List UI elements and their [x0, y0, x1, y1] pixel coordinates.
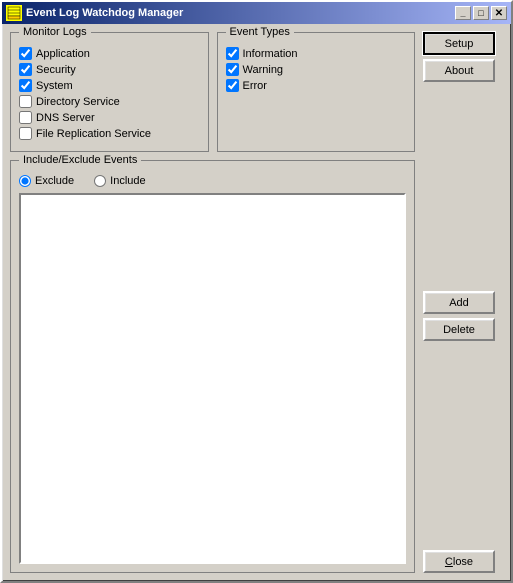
- checkbox-directory-service: Directory Service: [19, 95, 200, 108]
- checkbox-dns-server-input[interactable]: [19, 111, 32, 124]
- checkbox-warning: Warning: [226, 63, 407, 76]
- close-underline: C: [445, 556, 453, 568]
- maximize-button[interactable]: □: [473, 6, 489, 20]
- checkbox-dns-server: DNS Server: [19, 111, 200, 124]
- checkbox-error: Error: [226, 79, 407, 92]
- include-exclude-title: Include/Exclude Events: [19, 154, 141, 166]
- checkbox-application-label: Application: [36, 48, 90, 60]
- checkbox-system-label: System: [36, 80, 73, 92]
- title-bar-buttons: _ □ ✕: [455, 6, 507, 20]
- checkbox-file-replication-input[interactable]: [19, 127, 32, 140]
- checkbox-information-label: Information: [243, 48, 298, 60]
- checkbox-system-input[interactable]: [19, 79, 32, 92]
- checkbox-security-label: Security: [36, 64, 76, 76]
- checkbox-security: Security: [19, 63, 200, 76]
- checkbox-file-replication-label: File Replication Service: [36, 128, 151, 140]
- add-button[interactable]: Add: [423, 291, 495, 314]
- checkbox-application: Application: [19, 47, 200, 60]
- about-button[interactable]: About: [423, 59, 495, 82]
- minimize-button[interactable]: _: [455, 6, 471, 20]
- checkbox-dns-server-label: DNS Server: [36, 112, 95, 124]
- radio-row: Exclude Include: [19, 175, 406, 187]
- checkbox-information-input[interactable]: [226, 47, 239, 60]
- window-content: Monitor Logs Application Security System: [2, 24, 511, 581]
- window-icon: [6, 5, 22, 21]
- left-panel: Monitor Logs Application Security System: [10, 32, 415, 573]
- radio-exclude-item: Exclude: [19, 175, 74, 187]
- close-label-text: lose: [453, 556, 473, 568]
- include-exclude-group: Include/Exclude Events Exclude Include: [10, 160, 415, 573]
- main-window: Event Log Watchdog Manager _ □ ✕ Monitor…: [0, 0, 513, 583]
- radio-include-input[interactable]: [94, 175, 106, 187]
- checkbox-directory-service-input[interactable]: [19, 95, 32, 108]
- checkbox-system: System: [19, 79, 200, 92]
- radio-include-item: Include: [94, 175, 145, 187]
- radio-include-label: Include: [110, 175, 145, 187]
- checkbox-directory-service-label: Directory Service: [36, 96, 120, 108]
- checkbox-warning-input[interactable]: [226, 63, 239, 76]
- checkbox-file-replication: File Replication Service: [19, 127, 200, 140]
- checkbox-error-label: Error: [243, 80, 267, 92]
- top-groups: Monitor Logs Application Security System: [10, 32, 415, 152]
- delete-button[interactable]: Delete: [423, 318, 495, 341]
- events-listbox[interactable]: [19, 193, 406, 564]
- monitor-logs-group: Monitor Logs Application Security System: [10, 32, 209, 152]
- checkbox-information: Information: [226, 47, 407, 60]
- event-types-group: Event Types Information Warning Error: [217, 32, 416, 152]
- close-title-button[interactable]: ✕: [491, 6, 507, 20]
- close-button[interactable]: Close: [423, 550, 495, 573]
- title-bar: Event Log Watchdog Manager _ □ ✕: [2, 2, 511, 24]
- checkbox-security-input[interactable]: [19, 63, 32, 76]
- event-types-title: Event Types: [226, 26, 294, 38]
- radio-exclude-label: Exclude: [35, 175, 74, 187]
- right-panel: Setup About Add Delete Close: [423, 32, 503, 573]
- window-title: Event Log Watchdog Manager: [26, 7, 455, 19]
- checkbox-application-input[interactable]: [19, 47, 32, 60]
- radio-exclude-input[interactable]: [19, 175, 31, 187]
- checkbox-error-input[interactable]: [226, 79, 239, 92]
- setup-button[interactable]: Setup: [423, 32, 495, 55]
- checkbox-warning-label: Warning: [243, 64, 284, 76]
- monitor-logs-title: Monitor Logs: [19, 26, 91, 38]
